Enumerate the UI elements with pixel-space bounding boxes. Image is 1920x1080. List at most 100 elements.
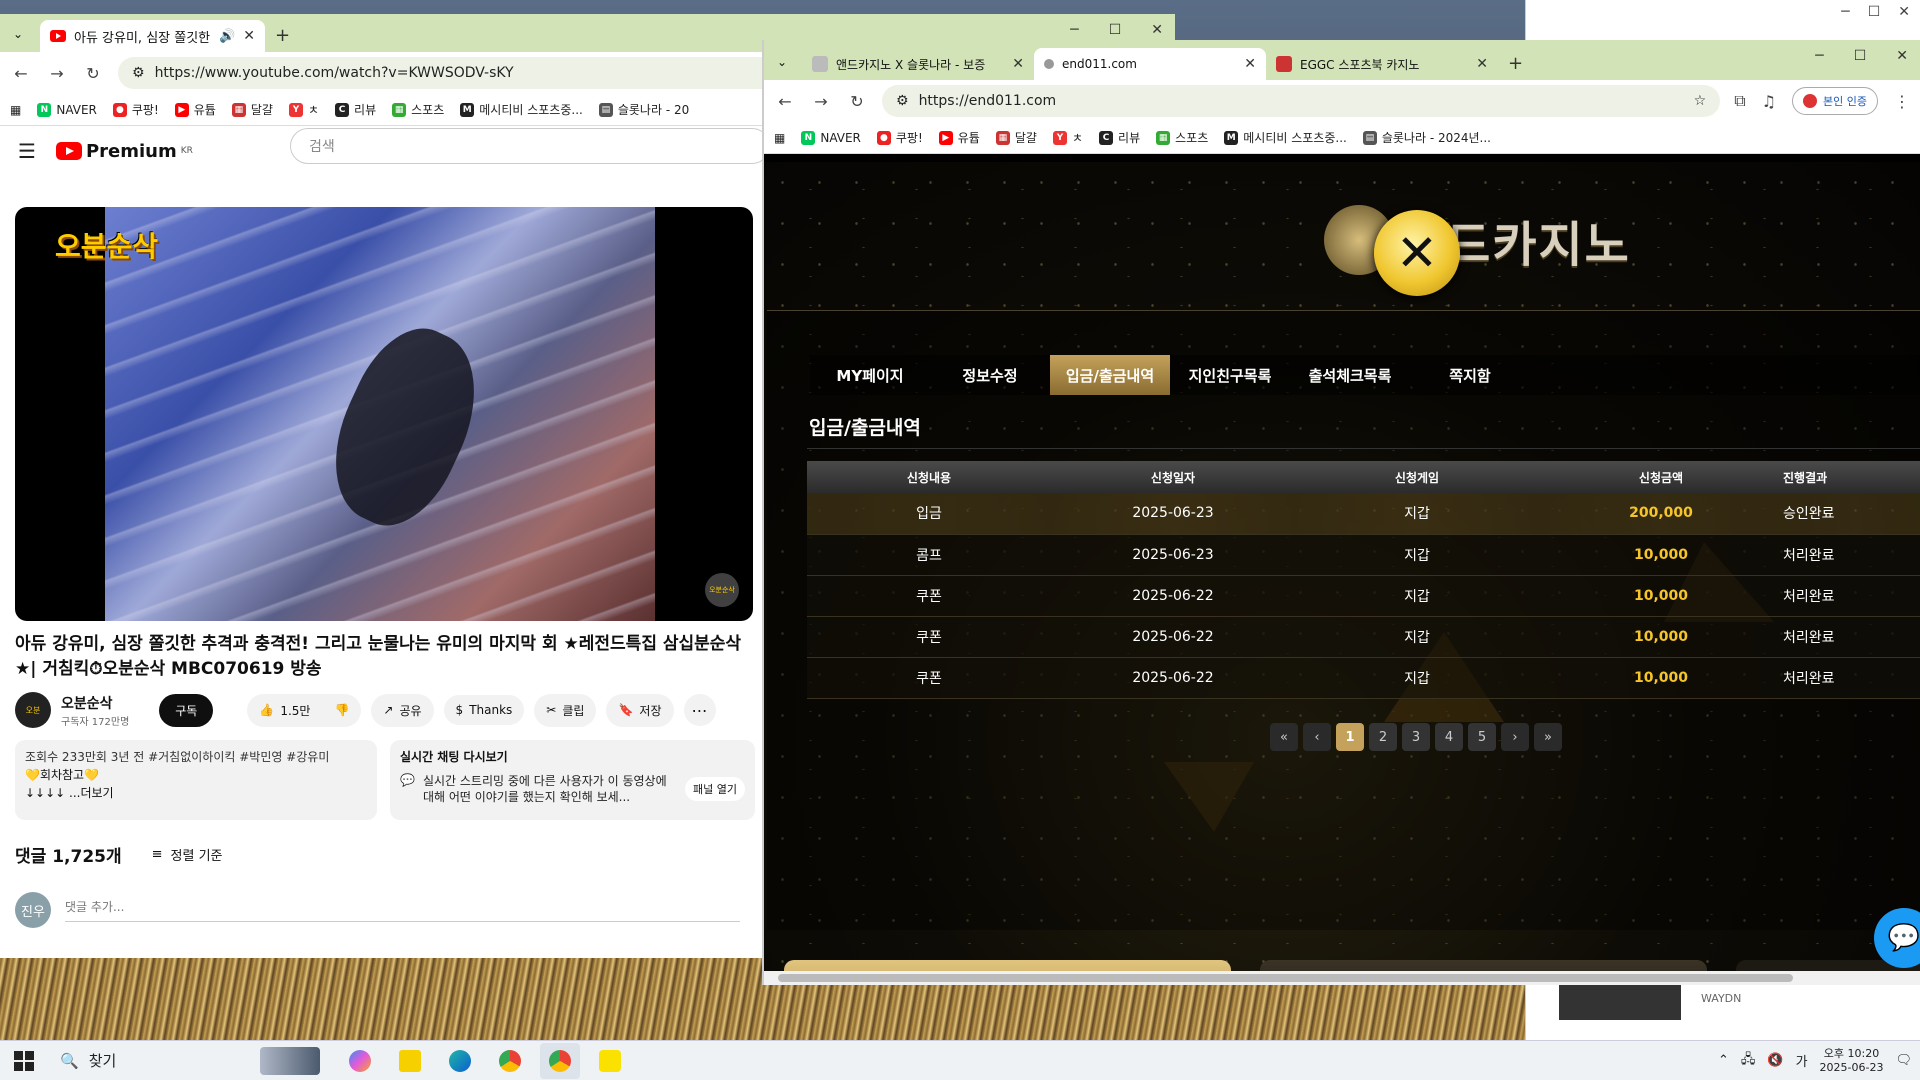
- bookmark-mesitv[interactable]: M 메시티비 스포츠중...: [460, 101, 583, 118]
- menu-dots-icon[interactable]: ⋮: [1894, 92, 1910, 111]
- volume-mute-icon[interactable]: 🔇: [1767, 1053, 1783, 1068]
- tab-casino-slotnara[interactable]: 앤드카지노 X 슬롯나라 - 보증 ✕: [802, 48, 1034, 80]
- bookmark-review[interactable]: C 리뷰: [335, 101, 376, 118]
- maximize-icon[interactable]: ☐: [1109, 22, 1122, 38]
- bookmark-naver[interactable]: N NAVER: [801, 130, 861, 145]
- back-button[interactable]: ←: [10, 64, 32, 83]
- media-control-icon[interactable]: ♫: [1762, 92, 1776, 111]
- open-panel-button[interactable]: 패널 열기: [685, 777, 745, 801]
- tab-search-icon[interactable]: ⌄: [768, 48, 796, 76]
- verify-button[interactable]: 본인 인증: [1792, 87, 1878, 115]
- first-page-button[interactable]: «: [1270, 723, 1298, 751]
- comment-input[interactable]: 댓글 추가...: [65, 898, 740, 922]
- chrome-profile-icon[interactable]: [540, 1042, 580, 1079]
- close-tab-icon[interactable]: ✕: [243, 28, 255, 44]
- bookmark-naver[interactable]: N NAVER: [37, 102, 97, 117]
- chrome-icon[interactable]: [490, 1043, 530, 1079]
- menu-friends[interactable]: 지인친구목록: [1170, 355, 1290, 395]
- subscribe-button[interactable]: 구독: [159, 693, 214, 727]
- horizontal-scrollbar[interactable]: [764, 971, 1920, 985]
- bookmark-ch[interactable]: Yㅊ: [288, 101, 319, 118]
- description-box[interactable]: 조회수 233만회 3년 전 #거침없이하이킥 #박민영 #강유미 💛회차참고💛…: [15, 740, 377, 820]
- bookmark-youtube[interactable]: ▶ 유튭: [938, 129, 980, 146]
- next-page-button[interactable]: ›: [1501, 723, 1529, 751]
- new-tab-button[interactable]: +: [1508, 53, 1523, 74]
- page-2-button[interactable]: 2: [1369, 723, 1397, 751]
- tab-search-icon[interactable]: ⌄: [4, 20, 32, 48]
- bookmark-dalgyal[interactable]: ▦ 달걀: [231, 101, 273, 118]
- more-actions-button[interactable]: ⋯: [683, 694, 716, 726]
- kakaotalk-icon[interactable]: [590, 1043, 630, 1079]
- star-icon[interactable]: ☆: [1694, 93, 1707, 109]
- channel-name[interactable]: 오분순삭: [61, 693, 129, 713]
- ime-icon[interactable]: 가: [1796, 1051, 1808, 1070]
- menu-edit-info[interactable]: 정보수정: [930, 355, 1050, 395]
- last-page-button[interactable]: »: [1534, 723, 1562, 751]
- menu-deposit-withdraw[interactable]: 입금/출금내역: [1050, 355, 1170, 395]
- back-button[interactable]: ←: [774, 92, 796, 111]
- casino-logo[interactable]: ㅇ드카지노: [1324, 190, 1631, 290]
- taskbar-search[interactable]: 🔍 찾기: [50, 1045, 330, 1077]
- user-avatar[interactable]: 진우: [15, 892, 51, 928]
- share-button[interactable]: ↗ 공유: [371, 693, 434, 727]
- youtube-logo[interactable]: Premium KR: [55, 141, 193, 162]
- clock[interactable]: 오후 10:20 2025-06-23: [1820, 1047, 1884, 1075]
- close-icon[interactable]: ✕: [1898, 4, 1910, 20]
- bookmark-mesitv[interactable]: M 메시티비 스포츠중...: [1224, 129, 1347, 146]
- menu-attendance[interactable]: 출석체크목록: [1290, 355, 1410, 395]
- network-icon[interactable]: 🖧: [1741, 1050, 1756, 1072]
- bookmark-youtube[interactable]: ▶ 유튭: [174, 101, 216, 118]
- edge-icon[interactable]: [440, 1043, 480, 1079]
- save-button[interactable]: 🔖 저장: [606, 693, 674, 727]
- apps-icon[interactable]: ▦: [10, 103, 21, 117]
- bookmark-review[interactable]: C 리뷰: [1099, 129, 1140, 146]
- close-tab-icon[interactable]: ✕: [1476, 56, 1488, 72]
- close-tab-icon[interactable]: ✕: [1012, 56, 1024, 72]
- bookmark-slotnara[interactable]: ▤ 슬롯나라 - 20: [598, 101, 689, 118]
- close-tab-icon[interactable]: ✕: [1244, 56, 1256, 72]
- bookmark-coupang[interactable]: ● 쿠팡!: [876, 129, 923, 146]
- scrollbar-thumb[interactable]: [778, 974, 1793, 982]
- address-bar[interactable]: ⚙ https://end011.com ☆: [882, 85, 1721, 117]
- channel-avatar[interactable]: 오분: [15, 692, 51, 728]
- site-info-icon[interactable]: ⚙: [896, 93, 909, 109]
- close-icon[interactable]: ✕: [1896, 48, 1908, 64]
- maximize-icon[interactable]: ☐: [1854, 48, 1867, 64]
- minimize-icon[interactable]: ─: [1815, 48, 1823, 64]
- video-player[interactable]: 오분순삭 오분순삭: [15, 207, 753, 621]
- like-button[interactable]: 👍 1.5만: [247, 694, 322, 727]
- thanks-button[interactable]: $ Thanks: [443, 695, 525, 725]
- chevron-up-icon[interactable]: ⌃: [1718, 1053, 1729, 1068]
- tab-end011[interactable]: end011.com ✕: [1034, 48, 1266, 80]
- minimize-icon[interactable]: ─: [1841, 4, 1849, 20]
- reload-button[interactable]: ↻: [846, 92, 868, 111]
- tab-youtube[interactable]: 아듀 강유미, 심장 쫄깃한 ㅊ 🔊 ✕: [40, 20, 265, 52]
- dislike-button[interactable]: 👎: [322, 694, 361, 727]
- search-input[interactable]: 검색: [290, 128, 770, 164]
- sticky-notes-icon[interactable]: [390, 1043, 430, 1079]
- page-4-button[interactable]: 4: [1435, 723, 1463, 751]
- tab-eggc[interactable]: EGGC 스포츠북 카지노 ✕: [1266, 48, 1498, 80]
- clip-button[interactable]: ✂ 클립: [534, 693, 597, 727]
- minimize-icon[interactable]: ─: [1070, 22, 1078, 38]
- apps-icon[interactable]: ▦: [774, 131, 785, 145]
- menu-messages[interactable]: 쪽지함: [1410, 355, 1530, 395]
- bookmark-ch[interactable]: Yㅊ: [1052, 129, 1083, 146]
- close-icon[interactable]: ✕: [1151, 22, 1163, 38]
- sort-button[interactable]: ≡ 정렬 기준: [152, 845, 223, 864]
- close-overlay-button[interactable]: ✕: [1374, 210, 1460, 296]
- bookmark-dalgyal[interactable]: ▦ 달걀: [995, 129, 1037, 146]
- forward-button[interactable]: →: [46, 64, 68, 83]
- extensions-icon[interactable]: ⧉: [1734, 91, 1745, 111]
- page-1-button[interactable]: 1: [1336, 723, 1364, 751]
- menu-icon[interactable]: ☰: [18, 139, 36, 163]
- site-info-icon[interactable]: ⚙: [132, 65, 145, 81]
- prev-page-button[interactable]: ‹: [1303, 723, 1331, 751]
- menu-mypage[interactable]: MY페이지: [810, 355, 930, 395]
- notification-icon[interactable]: 🗨: [1895, 1053, 1912, 1068]
- bookmark-slotnara[interactable]: ▤ 슬롯나라 - 2024년...: [1362, 129, 1491, 146]
- page-3-button[interactable]: 3: [1402, 723, 1430, 751]
- copilot-icon[interactable]: [340, 1043, 380, 1079]
- bookmark-coupang[interactable]: ● 쿠팡!: [112, 101, 159, 118]
- page-5-button[interactable]: 5: [1468, 723, 1496, 751]
